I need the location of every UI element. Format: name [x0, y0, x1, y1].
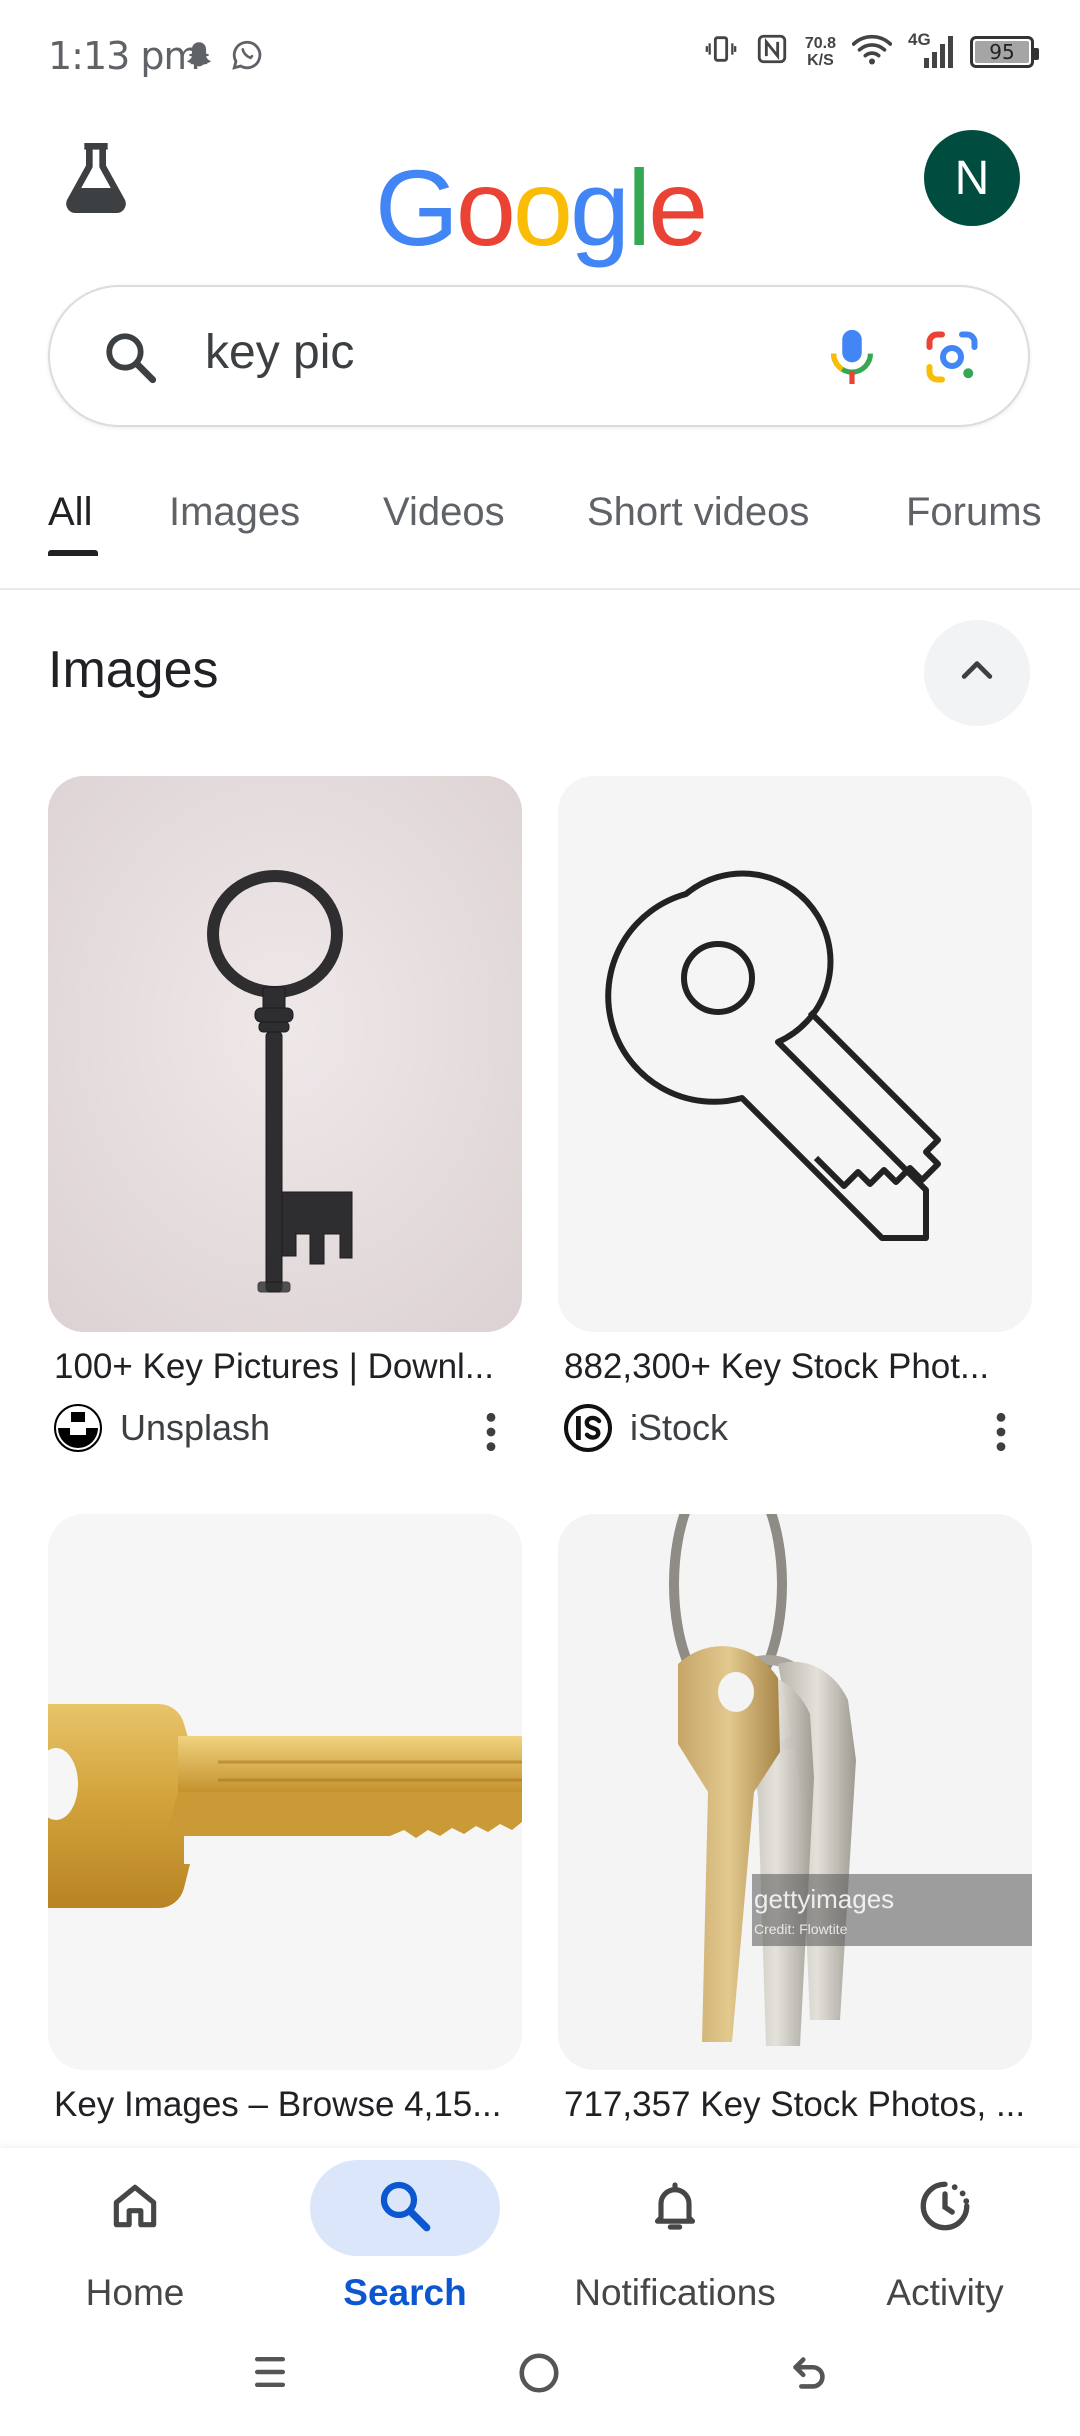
tab-all[interactable]: All: [48, 490, 92, 535]
key-outline-image: [558, 776, 1032, 1332]
google-logo: Google: [0, 145, 1080, 270]
nav-item-notifications[interactable]: Notifications: [540, 2148, 810, 2348]
battery-icon: 95: [970, 35, 1039, 68]
cellular-signal-icon: 4G: [908, 30, 954, 70]
antique-key-image: [48, 776, 522, 1332]
svg-text:Credit: Flowtite: Credit: Flowtite: [754, 1921, 848, 1937]
google-logo-letter: g: [570, 147, 630, 268]
search-box[interactable]: key pic: [48, 285, 1030, 427]
google-logo-letter: o: [455, 147, 516, 268]
snapchat-icon: [182, 38, 216, 77]
image-result-3[interactable]: [48, 1514, 522, 2070]
tab-forums[interactable]: Forums: [906, 490, 1042, 535]
image-result-3-title[interactable]: Key Images – Browse 4,15...: [54, 2085, 514, 2125]
istock-logo-icon: [564, 1404, 612, 1452]
tab-active-indicator: [48, 550, 98, 556]
search-icon: [376, 2177, 434, 2240]
search-input[interactable]: key pic: [205, 325, 354, 380]
tab-images[interactable]: Images: [169, 490, 300, 535]
activity-icon: [916, 2177, 974, 2240]
google-logo-letter: G: [374, 147, 459, 268]
gold-key-image: [48, 1514, 522, 2070]
google-logo-letter: o: [512, 147, 573, 268]
image-result-2-source[interactable]: iStock: [564, 1404, 728, 1452]
whatsapp-icon: [230, 38, 264, 77]
collapse-section-button[interactable]: [924, 620, 1030, 726]
status-bar: 1:13 pm 70.8 K/S 4G 95: [0, 0, 1080, 110]
home-icon: [107, 2178, 163, 2239]
tab-videos[interactable]: Videos: [383, 490, 505, 535]
microphone-icon[interactable]: [826, 325, 878, 396]
vibrate-icon: [703, 32, 739, 71]
image-result-4-title[interactable]: 717,357 Key Stock Photos, ...: [564, 2085, 1024, 2125]
keys-on-ring-image: gettyimages Credit: Flowtite: [558, 1514, 1032, 2070]
image-result-1-title[interactable]: 100+ Key Pictures | Downl...: [54, 1347, 514, 1387]
home-circle-icon[interactable]: [516, 2350, 562, 2401]
image-result-2[interactable]: [558, 776, 1032, 1332]
wifi-icon: [851, 32, 893, 71]
google-lens-icon[interactable]: [922, 327, 982, 392]
search-icon: [102, 329, 160, 392]
account-avatar[interactable]: N: [924, 130, 1020, 226]
back-arrow-icon[interactable]: [786, 2350, 832, 2401]
nfc-icon: [755, 32, 789, 71]
google-logo-letter: e: [648, 147, 708, 268]
status-time: 1:13 pm: [48, 34, 201, 78]
chevron-up-icon: [955, 649, 999, 698]
search-tabs: All Images Videos Short videos Forums: [0, 470, 1080, 590]
tab-short-videos[interactable]: Short videos: [587, 490, 809, 535]
image-result-1-source[interactable]: Unsplash: [54, 1404, 270, 1452]
image-result-4[interactable]: gettyimages Credit: Flowtite: [558, 1514, 1032, 2070]
image-result-1[interactable]: [48, 776, 522, 1332]
bell-icon: [647, 2178, 703, 2239]
system-navigation-bar: [0, 2330, 1080, 2430]
image-result-2-title[interactable]: 882,300+ Key Stock Phot...: [564, 1347, 1024, 1387]
more-options-icon[interactable]: [986, 1410, 1016, 1459]
google-logo-letter: l: [627, 147, 651, 268]
more-options-icon[interactable]: [476, 1410, 506, 1459]
net-speed: 70.8 K/S: [804, 34, 836, 69]
section-title-images: Images: [48, 641, 219, 699]
nav-item-search[interactable]: Search: [270, 2148, 540, 2348]
recents-menu-icon[interactable]: [248, 2350, 292, 2399]
svg-text:gettyimages: gettyimages: [754, 1884, 894, 1914]
unsplash-logo-icon: [54, 1404, 102, 1452]
nav-item-home[interactable]: Home: [0, 2148, 270, 2348]
nav-item-activity[interactable]: Activity: [810, 2148, 1080, 2348]
